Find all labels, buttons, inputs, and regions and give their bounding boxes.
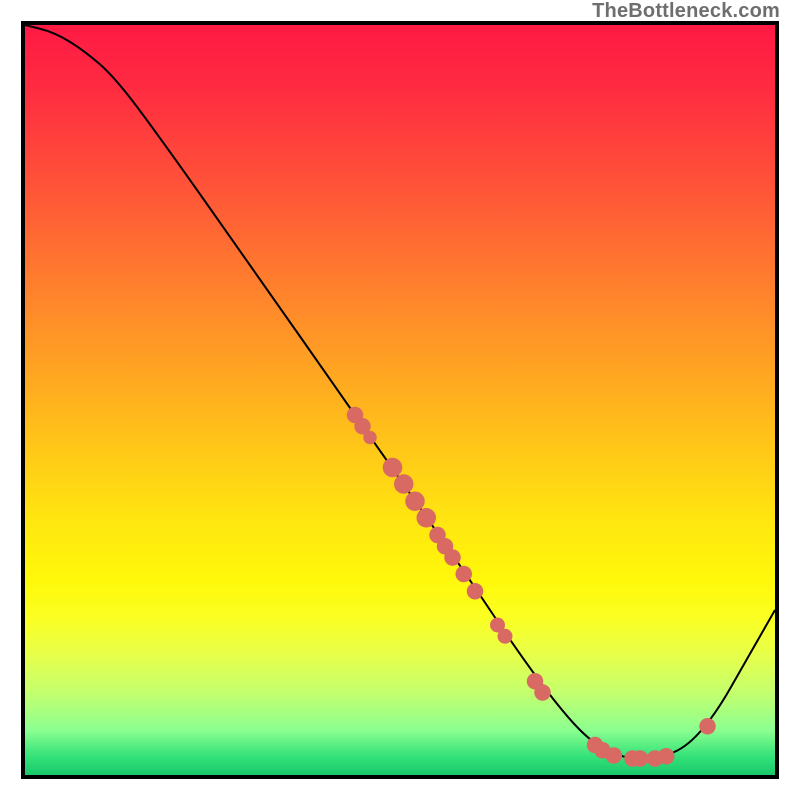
bottleneck-curve	[25, 25, 775, 759]
data-point	[534, 684, 551, 701]
data-point	[467, 583, 484, 600]
data-point	[456, 566, 473, 582]
data-point	[444, 549, 461, 566]
data-point	[394, 474, 414, 494]
plot-area	[21, 21, 779, 779]
data-points-group	[347, 407, 716, 767]
data-point	[658, 748, 675, 765]
chart-svg	[25, 25, 775, 775]
data-point	[405, 492, 425, 512]
data-point	[606, 747, 623, 764]
data-point	[363, 431, 376, 444]
chart-stage: TheBottleneck.com	[0, 0, 800, 800]
data-point	[383, 458, 403, 478]
data-point	[632, 750, 649, 766]
data-point	[699, 718, 716, 735]
data-point	[498, 629, 513, 644]
data-point	[417, 508, 437, 528]
watermark-label: TheBottleneck.com	[592, 0, 780, 23]
